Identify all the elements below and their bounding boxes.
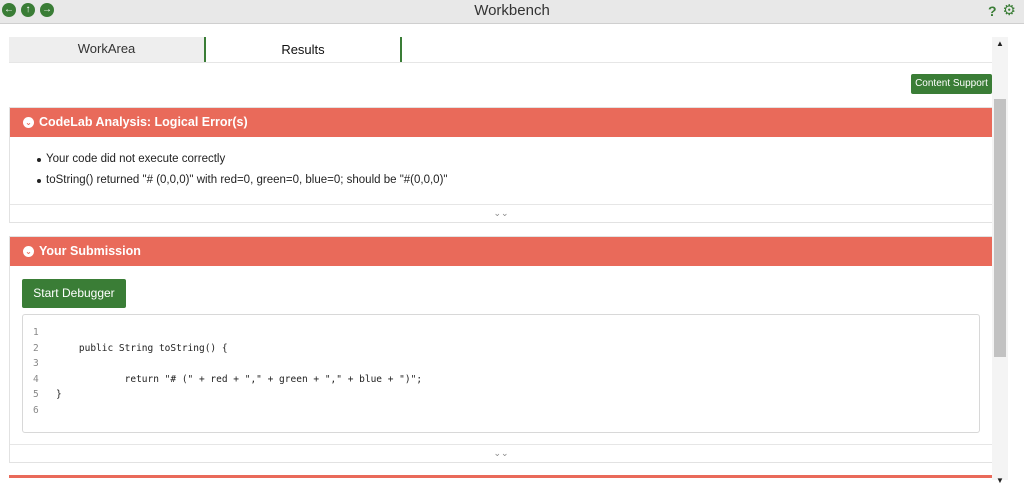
analysis-panel-header[interactable]: ⌄ CodeLab Analysis: Logical Error(s) xyxy=(10,108,992,137)
chevron-down-icon: ⌄ xyxy=(23,117,34,128)
help-icon[interactable]: ? xyxy=(988,3,997,19)
error-item: toString() returned "# (0,0,0)" with red… xyxy=(37,174,992,186)
line-code: } xyxy=(56,389,62,401)
line-number: 6 xyxy=(33,404,39,416)
analysis-panel: ⌄ CodeLab Analysis: Logical Error(s) You… xyxy=(9,107,993,223)
line-number: 5 xyxy=(33,389,39,401)
tab-results[interactable]: Results xyxy=(206,37,402,62)
window-title: Workbench xyxy=(474,2,550,19)
line-number: 1 xyxy=(33,327,39,338)
start-debugger-button[interactable]: Start Debugger xyxy=(22,279,126,308)
expand-analysis-button[interactable]: ⌄⌄ xyxy=(10,204,992,222)
title-actions: ? ⚙ xyxy=(988,2,1016,20)
analysis-title: CodeLab Analysis: Logical Error(s) xyxy=(39,115,248,129)
submission-panel-header[interactable]: ⌄ Your Submission xyxy=(10,237,992,266)
chevron-down-icon: ⌄ xyxy=(23,246,34,257)
code-line: 4 return "# (" + red + "," + green + ","… xyxy=(23,374,979,390)
scrollbar-thumb[interactable] xyxy=(994,99,1006,357)
line-number: 3 xyxy=(33,358,39,370)
title-bar: ← ↑ → Workbench ? ⚙ xyxy=(0,0,1024,24)
scroll-up-arrow-icon[interactable]: ▲ xyxy=(992,37,1008,51)
code-line: 6 xyxy=(23,405,979,421)
double-chevron-down-icon: ⌄⌄ xyxy=(493,448,509,458)
content-support-button[interactable]: Content Support xyxy=(911,74,992,94)
code-line: 3 xyxy=(23,358,979,374)
submission-title: Your Submission xyxy=(39,244,141,258)
expand-submission-button[interactable]: ⌄⌄ xyxy=(10,444,992,462)
code-line: 2 public String toString() { xyxy=(23,343,979,359)
line-code: return "# (" + red + "," + green + "," +… xyxy=(56,373,423,385)
main-content: WorkArea Results Content Support ⌄ CodeL… xyxy=(0,25,1024,495)
error-item: Your code did not execute correctly xyxy=(37,153,992,165)
submission-panel: ⌄ Your Submission Start Debugger 1 2 pub… xyxy=(9,236,993,463)
tab-workarea[interactable]: WorkArea xyxy=(9,37,206,62)
code-line: 1 xyxy=(23,327,979,343)
line-number: 2 xyxy=(33,342,39,354)
tab-bar: WorkArea Results xyxy=(9,37,992,63)
vertical-scrollbar[interactable]: ▲ ▼ xyxy=(992,37,1008,485)
code-line: 5} xyxy=(23,389,979,405)
scroll-down-arrow-icon[interactable]: ▼ xyxy=(992,474,1008,488)
error-list: Your code did not execute correctly toSt… xyxy=(10,137,992,186)
double-chevron-down-icon: ⌄⌄ xyxy=(493,208,509,218)
gear-icon[interactable]: ⚙ xyxy=(1003,2,1016,20)
next-panel-header[interactable] xyxy=(9,475,993,478)
code-viewer[interactable]: 1 2 public String toString() { 3 4 retur… xyxy=(22,314,980,433)
line-code: public String toString() { xyxy=(56,342,228,354)
line-number: 4 xyxy=(33,373,39,385)
